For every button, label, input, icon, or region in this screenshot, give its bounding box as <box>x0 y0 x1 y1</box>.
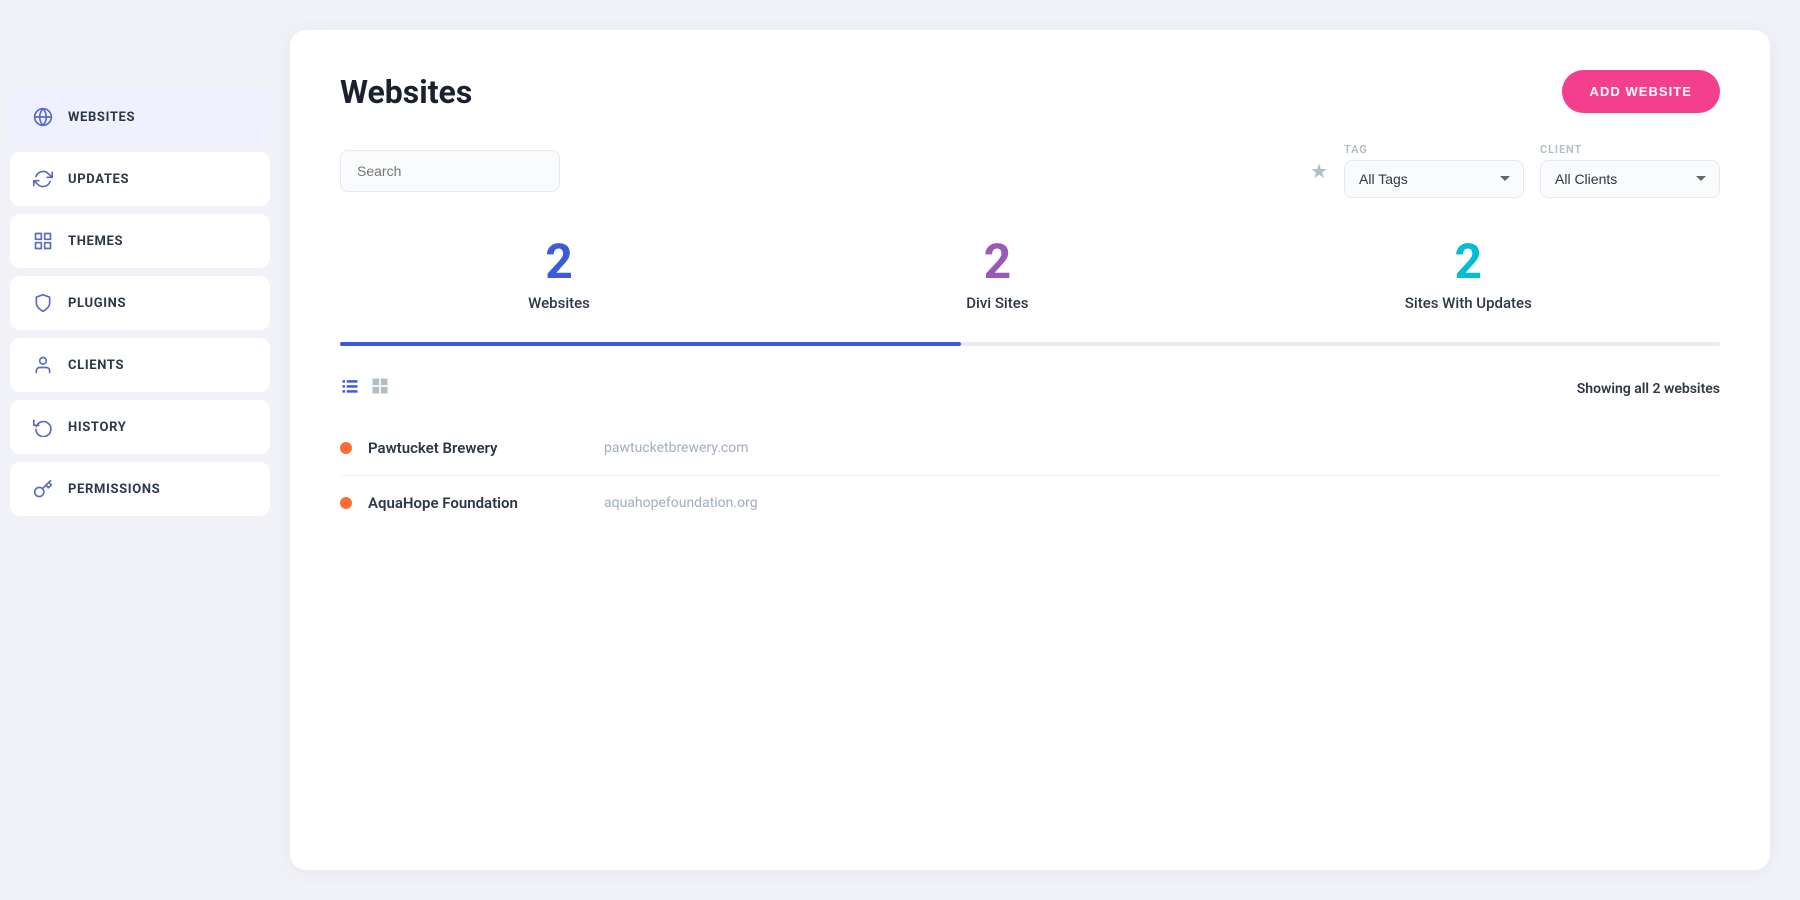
progress-bar-fill <box>340 342 961 346</box>
stats-row: 2 Websites 2 Divi Sites 2 Sites With Upd… <box>340 238 1720 342</box>
shield-icon <box>32 292 54 314</box>
sidebar-item-themes[interactable]: THEMES <box>10 214 270 268</box>
site-name: Pawtucket Brewery <box>368 439 588 457</box>
grid-view-icon[interactable] <box>370 376 390 401</box>
sites-list: Pawtucket Brewery pawtucketbrewery.com A… <box>340 421 1720 530</box>
stat-sites-with-updates: 2 Sites With Updates <box>1405 238 1532 312</box>
sidebar-item-permissions[interactable]: PERMISSIONS <box>10 462 270 516</box>
sidebar-item-plugins-label: PLUGINS <box>68 296 126 311</box>
sidebar-item-plugins[interactable]: PLUGINS <box>10 276 270 330</box>
sidebar-item-websites[interactable]: WEBSITES <box>10 90 270 144</box>
sidebar-item-themes-label: THEMES <box>68 234 123 249</box>
table-row[interactable]: Pawtucket Brewery pawtucketbrewery.com <box>340 421 1720 476</box>
stat-websites-label: Websites <box>528 294 590 312</box>
progress-bar <box>340 342 1720 346</box>
list-controls: Showing all 2 websites <box>340 376 1720 401</box>
add-website-button[interactable]: ADD WEBSITE <box>1562 70 1720 113</box>
site-status-dot <box>340 497 352 509</box>
sidebar-item-updates-label: UPDATES <box>68 172 129 187</box>
site-name: AquaHope Foundation <box>368 494 588 512</box>
list-view-icon[interactable] <box>340 376 360 401</box>
sidebar-item-clients-label: CLIENTS <box>68 358 124 373</box>
client-filter-label: CLIENT <box>1540 143 1720 156</box>
favorites-star-icon[interactable]: ★ <box>1310 159 1328 183</box>
tag-filter-select[interactable]: All Tags <box>1344 160 1524 198</box>
table-row[interactable]: AquaHope Foundation aquahopefoundation.o… <box>340 476 1720 530</box>
search-input[interactable] <box>340 150 560 192</box>
tag-filter-group: TAG All Tags <box>1344 143 1524 198</box>
page-header: Websites ADD WEBSITE <box>340 70 1720 113</box>
stat-divi-label: Divi Sites <box>966 294 1028 312</box>
sidebar-item-clients[interactable]: CLIENTS <box>10 338 270 392</box>
sidebar-item-permissions-label: PERMISSIONS <box>68 482 160 497</box>
sidebar: WEBSITES UPDATES THEMES <box>10 30 270 870</box>
stat-websites-number: 2 <box>545 238 573 286</box>
stat-updates-label: Sites With Updates <box>1405 294 1532 312</box>
stat-divi-sites: 2 Divi Sites <box>966 238 1028 312</box>
stat-websites: 2 Websites <box>528 238 590 312</box>
site-url: pawtucketbrewery.com <box>604 440 748 456</box>
grid-icon <box>32 230 54 252</box>
history-icon <box>32 416 54 438</box>
client-filter-group: CLIENT All Clients <box>1540 143 1720 198</box>
sidebar-item-history-label: HISTORY <box>68 420 126 435</box>
client-filter-select[interactable]: All Clients <box>1540 160 1720 198</box>
stat-divi-number: 2 <box>984 238 1012 286</box>
sidebar-item-history[interactable]: HISTORY <box>10 400 270 454</box>
key-icon <box>32 478 54 500</box>
page-title: Websites <box>340 73 472 111</box>
view-toggle <box>340 376 390 401</box>
tag-filter-label: TAG <box>1344 143 1524 156</box>
showing-count: Showing all 2 websites <box>1577 381 1720 397</box>
filters-row: ★ TAG All Tags CLIENT All Clients <box>340 143 1720 198</box>
sidebar-item-websites-label: WEBSITES <box>68 110 135 125</box>
app-container: WEBSITES UPDATES THEMES <box>0 0 1800 900</box>
site-url: aquahopefoundation.org <box>604 495 758 511</box>
user-icon <box>32 354 54 376</box>
main-content: Websites ADD WEBSITE ★ TAG All Tags CLIE… <box>290 30 1770 870</box>
stat-updates-number: 2 <box>1455 238 1483 286</box>
globe-icon <box>32 106 54 128</box>
site-status-dot <box>340 442 352 454</box>
refresh-icon-updates <box>32 168 54 190</box>
sidebar-item-updates[interactable]: UPDATES <box>10 152 270 206</box>
